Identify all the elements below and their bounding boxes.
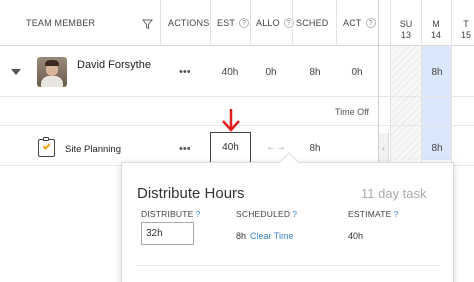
member-allo: 0h bbox=[265, 67, 277, 78]
task-est-value: 40h bbox=[222, 142, 239, 153]
chevron-left-glyph: ‹ bbox=[382, 143, 385, 153]
table-header: TEAM MEMBER ACTIONS EST ? ALLO ? SCHED A… bbox=[0, 0, 474, 46]
day-header-tuesday: T 15 bbox=[456, 19, 474, 41]
swap-icon[interactable]: ←→ bbox=[266, 142, 286, 153]
scheduled-label: SCHEDULED? bbox=[236, 209, 297, 219]
row-divider bbox=[0, 96, 474, 97]
distribute-label: DISTRIBUTE? bbox=[141, 209, 200, 219]
member-name[interactable]: David Forsythe bbox=[77, 59, 151, 71]
distribute-label-text: DISTRIBUTE bbox=[141, 209, 194, 219]
header-allo-label: ALLO bbox=[256, 18, 280, 28]
estimate-value: 40h bbox=[348, 231, 364, 241]
help-icon[interactable]: ? bbox=[239, 18, 250, 28]
filter-icon[interactable] bbox=[141, 17, 154, 35]
chevron-left-icon[interactable]: ‹ bbox=[379, 133, 389, 163]
header-act[interactable]: ACT ? bbox=[343, 0, 376, 46]
column-divider bbox=[336, 0, 337, 46]
help-icon[interactable]: ? bbox=[365, 18, 376, 28]
popover-subtitle: 11 day task bbox=[361, 186, 427, 201]
clear-time-link[interactable]: Clear Time bbox=[250, 231, 294, 241]
help-icon[interactable]: ? bbox=[292, 209, 297, 219]
help-icon[interactable]: ? bbox=[196, 209, 201, 219]
header-actions: ACTIONS bbox=[168, 0, 209, 46]
column-divider bbox=[250, 0, 251, 46]
header-team-member-label: TEAM MEMBER bbox=[26, 18, 96, 28]
arrow-down-icon bbox=[219, 108, 243, 137]
header-actions-label: ACTIONS bbox=[168, 18, 210, 28]
distribute-input-value: 32h bbox=[146, 228, 163, 239]
estimate-label: ESTIMATE? bbox=[348, 209, 398, 219]
header-sched-label: SCHED bbox=[296, 18, 329, 28]
scheduler-grid: TEAM MEMBER ACTIONS EST ? ALLO ? SCHED A… bbox=[0, 0, 474, 282]
header-sched[interactable]: SCHED bbox=[296, 0, 329, 46]
column-divider bbox=[160, 0, 161, 46]
header-allo[interactable]: ALLO ? bbox=[256, 0, 294, 46]
help-icon[interactable]: ? bbox=[393, 209, 398, 219]
day-header-dow: SU bbox=[399, 19, 413, 29]
day-header-dow: T bbox=[463, 19, 469, 29]
member-act: 0h bbox=[351, 67, 363, 78]
day-header-dow: M bbox=[432, 19, 440, 29]
scheduled-value-group: 8h Clear Time bbox=[236, 231, 294, 241]
popover-title: Distribute Hours bbox=[137, 185, 245, 202]
day-header-date: 15 bbox=[460, 30, 471, 40]
task-icon bbox=[38, 137, 55, 157]
column-divider bbox=[421, 0, 422, 165]
task-sched: 8h bbox=[309, 143, 321, 154]
task-name[interactable]: Site Planning bbox=[65, 144, 121, 155]
column-divider bbox=[390, 0, 391, 165]
member-actions-button[interactable]: ••• bbox=[179, 66, 191, 78]
member-est: 40h bbox=[221, 67, 239, 78]
scheduled-value: 8h bbox=[236, 231, 247, 241]
day-header-monday: M 14 bbox=[426, 19, 446, 41]
member-sched: 8h bbox=[309, 67, 321, 78]
header-est[interactable]: EST ? bbox=[217, 0, 250, 46]
estimate-label-text: ESTIMATE bbox=[348, 209, 392, 219]
caret-down-icon[interactable] bbox=[11, 69, 21, 75]
day-header-date: 14 bbox=[430, 30, 441, 40]
column-divider bbox=[451, 0, 452, 165]
time-off-label: Time Off bbox=[335, 107, 370, 117]
task-day-hours[interactable]: 8h bbox=[425, 143, 449, 154]
distribute-input[interactable]: 32h bbox=[141, 222, 194, 245]
scheduled-label-text: SCHEDULED bbox=[236, 209, 291, 219]
task-actions-button[interactable]: ••• bbox=[179, 143, 191, 155]
header-act-label: ACT bbox=[343, 18, 362, 28]
day-header-sunday: SU 13 bbox=[396, 19, 416, 41]
day-header-date: 13 bbox=[400, 30, 411, 40]
member-day-hours[interactable]: 8h bbox=[425, 67, 449, 78]
popover-divider bbox=[137, 265, 440, 266]
header-team-member[interactable]: TEAM MEMBER bbox=[26, 0, 95, 46]
column-divider bbox=[210, 0, 211, 46]
avatar bbox=[37, 57, 67, 87]
column-divider bbox=[292, 0, 293, 46]
header-est-label: EST bbox=[217, 18, 236, 28]
